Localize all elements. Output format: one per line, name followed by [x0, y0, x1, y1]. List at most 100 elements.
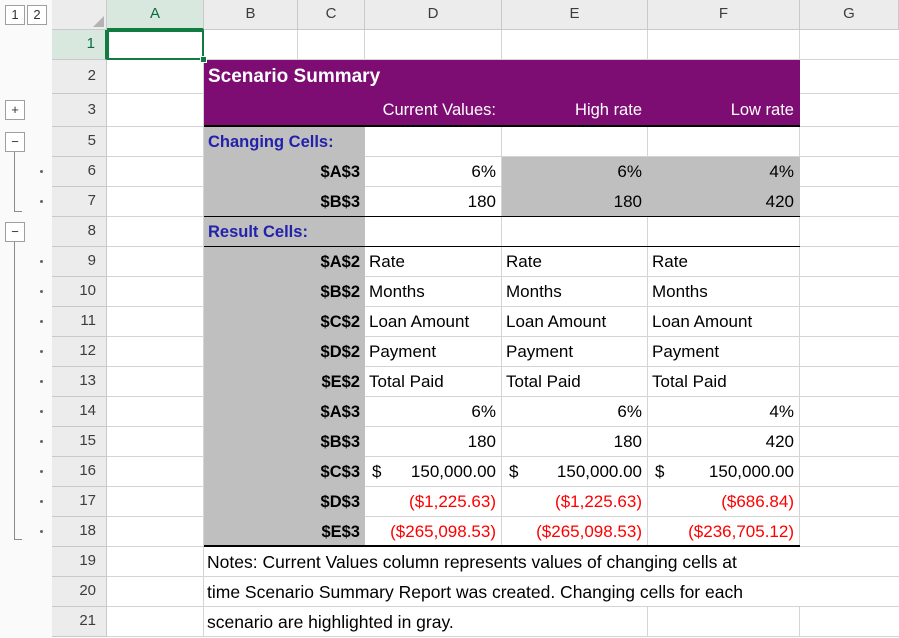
cell-E15[interactable]: 180: [502, 427, 648, 457]
column-header-C[interactable]: C: [298, 0, 365, 30]
cell-F13[interactable]: Total Paid: [648, 367, 800, 397]
cell-C18[interactable]: $E$3: [298, 517, 365, 547]
cell-D10[interactable]: Months: [365, 277, 502, 307]
cell-F18[interactable]: ($236,705.12): [648, 517, 800, 547]
column-header-G[interactable]: G: [800, 0, 899, 30]
cell-B19[interactable]: Notes: Current Values column represents …: [204, 547, 737, 577]
cell-E3[interactable]: High rate: [502, 94, 648, 127]
active-cell-outline[interactable]: [107, 30, 204, 60]
row-header-5[interactable]: 5: [52, 127, 107, 157]
cell-D13[interactable]: Total Paid: [365, 367, 502, 397]
cell-E14[interactable]: 6%: [502, 397, 648, 427]
column-header-D[interactable]: D: [365, 0, 502, 30]
row-header-7[interactable]: 7: [52, 187, 107, 217]
column-header-A[interactable]: A: [107, 0, 204, 30]
cell-D18[interactable]: ($265,098.53): [365, 517, 502, 547]
row-header-20[interactable]: 20: [52, 577, 107, 607]
outline-level-1-button[interactable]: 1: [5, 5, 25, 25]
cell-C17[interactable]: $D$3: [298, 487, 365, 517]
cell-C12[interactable]: $D$2: [298, 337, 365, 367]
cell-D3[interactable]: Current Values:: [365, 94, 502, 127]
row-header-12[interactable]: 12: [52, 337, 107, 367]
row-header-10[interactable]: 10: [52, 277, 107, 307]
cell-D16[interactable]: $150,000.00: [365, 457, 502, 487]
cell-F14[interactable]: 4%: [648, 397, 800, 427]
row-header-21[interactable]: 21: [52, 607, 107, 637]
cell-D6[interactable]: 6%: [365, 157, 502, 187]
cell-F17[interactable]: ($686.84): [648, 487, 800, 517]
outline-collapse-button-2[interactable]: −: [5, 222, 25, 242]
cell-D7[interactable]: 180: [365, 187, 502, 217]
cell-C16[interactable]: $C$3: [298, 457, 365, 487]
cell-F10[interactable]: Months: [648, 277, 800, 307]
cell-F6[interactable]: 4%: [648, 157, 800, 187]
fill-handle[interactable]: [200, 56, 207, 63]
cell-E10[interactable]: Months: [502, 277, 648, 307]
outline-collapse-button-1[interactable]: −: [5, 132, 25, 152]
cell-E12[interactable]: Payment: [502, 337, 648, 367]
cell-C10[interactable]: $B$2: [298, 277, 365, 307]
cell-D11[interactable]: Loan Amount: [365, 307, 502, 337]
row-header-14[interactable]: 14: [52, 397, 107, 427]
row-header-19[interactable]: 19: [52, 547, 107, 577]
cell-F11[interactable]: Loan Amount: [648, 307, 800, 337]
outline-detail-dot: [40, 260, 43, 263]
row-header-11[interactable]: 11: [52, 307, 107, 337]
cell-C14[interactable]: $A$3: [298, 397, 365, 427]
cell-F12[interactable]: Payment: [648, 337, 800, 367]
outline-gutter: 1 2 + − −: [0, 0, 52, 638]
cell-C13[interactable]: $E$2: [298, 367, 365, 397]
cell-E11[interactable]: Loan Amount: [502, 307, 648, 337]
column-header-B[interactable]: B: [204, 0, 298, 30]
cell-E9[interactable]: Rate: [502, 247, 648, 277]
currency-symbol: $: [509, 462, 518, 482]
cells-grid[interactable]: Scenario SummaryCurrent Values:High rate…: [107, 30, 899, 638]
cell-E7[interactable]: 180: [502, 187, 648, 217]
cell-B2[interactable]: Scenario Summary: [204, 60, 380, 94]
outline-detail-dot: [40, 320, 43, 323]
cell-C7[interactable]: $B$3: [298, 187, 365, 217]
cell-D15[interactable]: 180: [365, 427, 502, 457]
outline-level-2-button[interactable]: 2: [27, 5, 47, 25]
row-header-17[interactable]: 17: [52, 487, 107, 517]
row-header-1[interactable]: 1: [52, 30, 107, 60]
cell-D9[interactable]: Rate: [365, 247, 502, 277]
row-header-15[interactable]: 15: [52, 427, 107, 457]
row-header-18[interactable]: 18: [52, 517, 107, 547]
cell-C9[interactable]: $A$2: [298, 247, 365, 277]
cell-F16[interactable]: $150,000.00: [648, 457, 800, 487]
cell-E13[interactable]: Total Paid: [502, 367, 648, 397]
currency-symbol: $: [372, 462, 381, 482]
cell-E18[interactable]: ($265,098.53): [502, 517, 648, 547]
cell-D12[interactable]: Payment: [365, 337, 502, 367]
cell-E17[interactable]: ($1,225.63): [502, 487, 648, 517]
cell-B8[interactable]: Result Cells:: [204, 217, 308, 247]
cell-C6[interactable]: $A$3: [298, 157, 365, 187]
cell-F7[interactable]: 420: [648, 187, 800, 217]
outline-detail-dot: [40, 530, 43, 533]
cell-B21[interactable]: scenario are highlighted in gray.: [204, 607, 454, 637]
row-header-3[interactable]: 3: [52, 94, 107, 127]
row-header-8[interactable]: 8: [52, 217, 107, 247]
column-header-E[interactable]: E: [502, 0, 648, 30]
cell-F3[interactable]: Low rate: [648, 94, 800, 127]
cell-F15[interactable]: 420: [648, 427, 800, 457]
cell-E6[interactable]: 6%: [502, 157, 648, 187]
row-header-9[interactable]: 9: [52, 247, 107, 277]
column-header-F[interactable]: F: [648, 0, 800, 30]
row-header-16[interactable]: 16: [52, 457, 107, 487]
cell-C11[interactable]: $C$2: [298, 307, 365, 337]
cell-D17[interactable]: ($1,225.63): [365, 487, 502, 517]
cell-D14[interactable]: 6%: [365, 397, 502, 427]
select-all-button[interactable]: [52, 0, 107, 30]
cell-E16[interactable]: $150,000.00: [502, 457, 648, 487]
cell-B5[interactable]: Changing Cells:: [204, 127, 334, 157]
row-header-2[interactable]: 2: [52, 60, 107, 94]
cell-B20[interactable]: time Scenario Summary Report was created…: [204, 577, 743, 607]
row-header-13[interactable]: 13: [52, 367, 107, 397]
cell-F9[interactable]: Rate: [648, 247, 800, 277]
cell-C15[interactable]: $B$3: [298, 427, 365, 457]
row-header-6[interactable]: 6: [52, 157, 107, 187]
outline-detail-dot: [40, 290, 43, 293]
outline-expand-button[interactable]: +: [5, 100, 25, 120]
